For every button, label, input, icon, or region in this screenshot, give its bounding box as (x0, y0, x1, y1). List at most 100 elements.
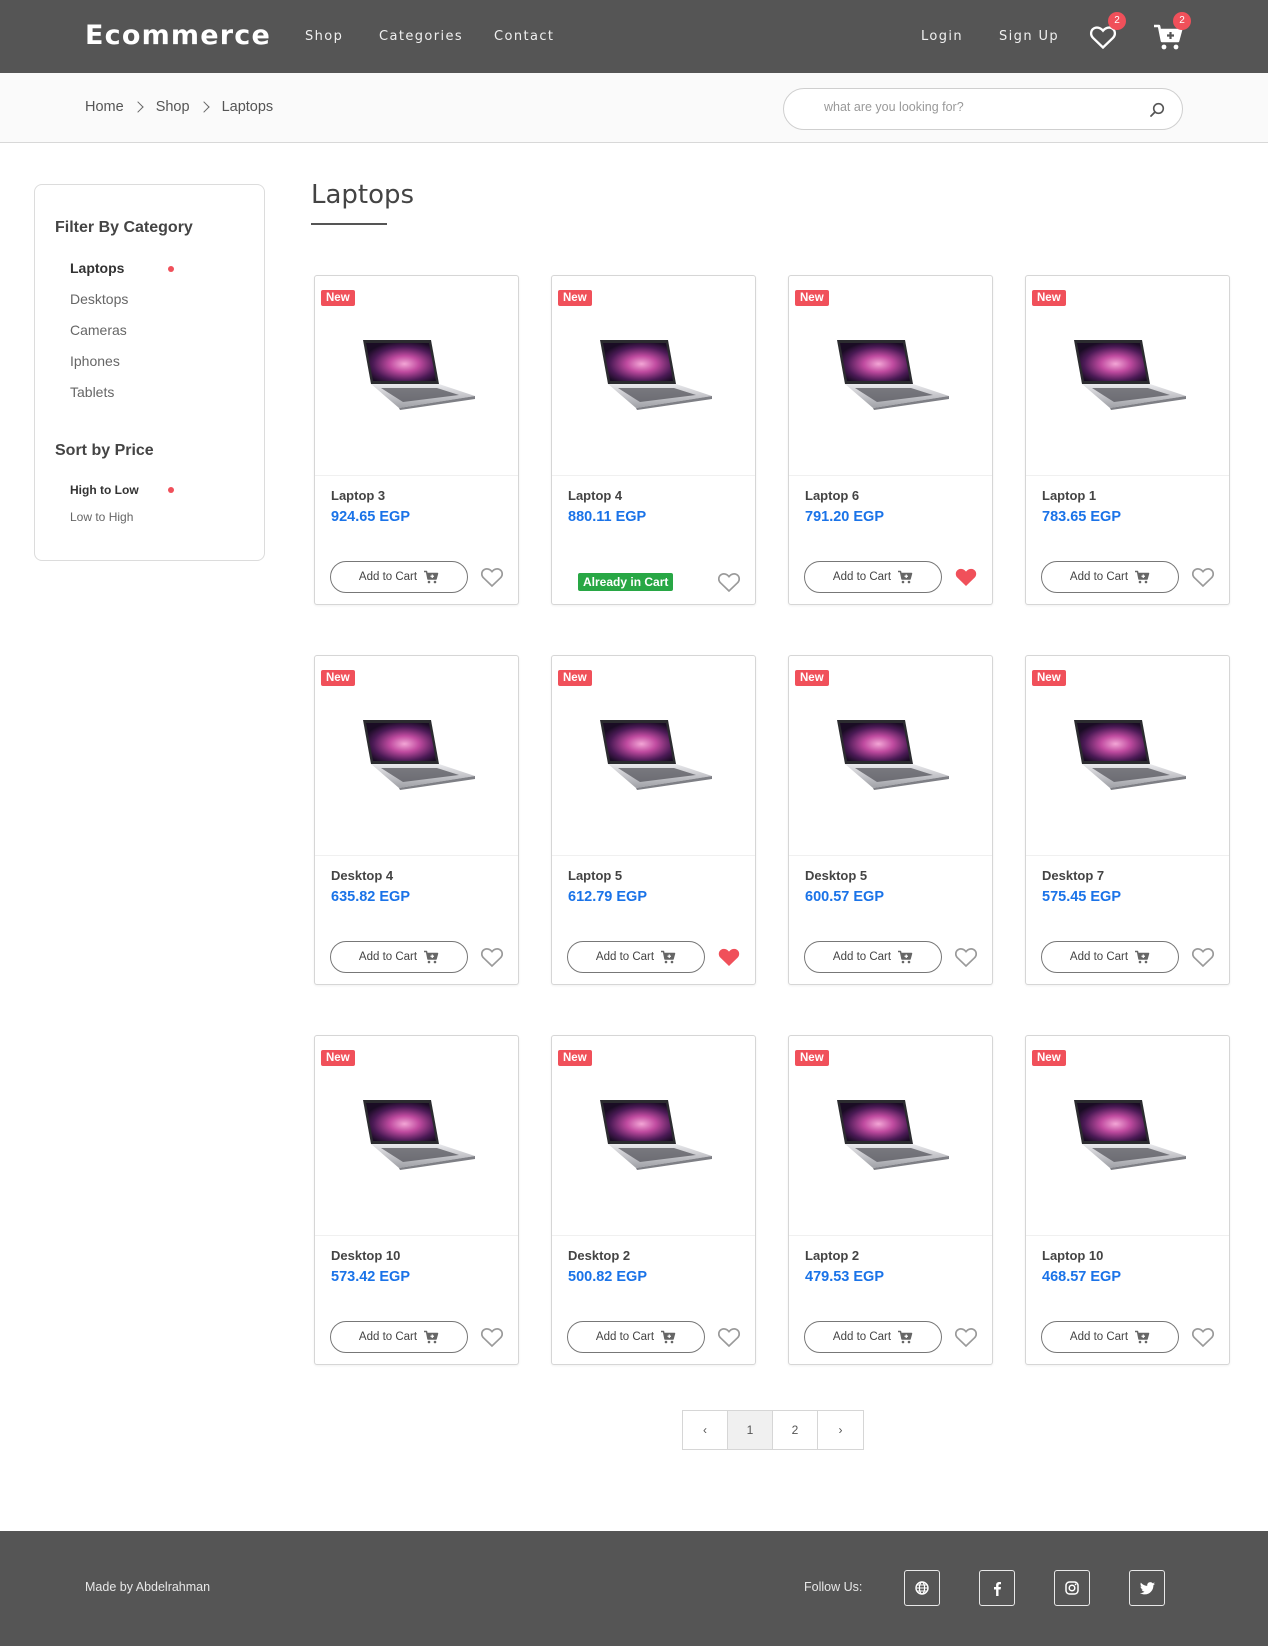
cart-plus-icon (661, 1330, 676, 1344)
nav-shop[interactable]: Shop (305, 29, 343, 44)
product-card[interactable]: New Desktop 5 600.57 EGP Add to Cart (788, 655, 993, 985)
product-card[interactable]: New Laptop 6 791.20 EGP Add to Cart (788, 275, 993, 605)
product-name[interactable]: Laptop 1 (1042, 488, 1096, 503)
category-cameras[interactable]: Cameras (70, 322, 127, 338)
heart-filled-icon[interactable] (717, 946, 741, 968)
pagination-page-2[interactable]: 2 (773, 1411, 818, 1449)
product-card[interactable]: New Desktop 4 635.82 EGP Add to Cart (314, 655, 519, 985)
heart-outline-icon[interactable] (1191, 1326, 1215, 1348)
pagination-prev[interactable]: ‹ (683, 1411, 728, 1449)
new-badge: New (558, 290, 592, 306)
search-input[interactable] (824, 100, 1124, 114)
product-image[interactable] (315, 276, 518, 476)
product-name[interactable]: Laptop 10 (1042, 1248, 1103, 1263)
product-image[interactable] (789, 276, 992, 476)
add-to-cart-button[interactable]: Add to Cart (1041, 941, 1179, 973)
product-name[interactable]: Desktop 7 (1042, 868, 1104, 883)
add-to-cart-button[interactable]: Add to Cart (1041, 1321, 1179, 1353)
product-card[interactable]: New Desktop 10 573.42 EGP Add to Cart (314, 1035, 519, 1365)
website-link[interactable] (904, 1570, 940, 1606)
new-badge: New (321, 1050, 355, 1066)
product-card[interactable]: New Laptop 10 468.57 EGP Add to Cart (1025, 1035, 1230, 1365)
product-image[interactable] (1026, 276, 1229, 476)
pagination-page-1[interactable]: 1 (728, 1411, 773, 1449)
add-to-cart-button[interactable]: Add to Cart (567, 941, 705, 973)
add-to-cart-label: Add to Cart (1069, 571, 1129, 583)
wishlist-button[interactable]: 2 (1087, 12, 1126, 53)
add-to-cart-button[interactable]: Add to Cart (330, 1321, 468, 1353)
cart-plus-icon (1135, 950, 1150, 964)
product-image[interactable] (315, 1036, 518, 1236)
heart-filled-icon[interactable] (954, 566, 978, 588)
product-name[interactable]: Desktop 10 (331, 1248, 400, 1263)
product-image[interactable] (1026, 1036, 1229, 1236)
product-name[interactable]: Laptop 5 (568, 868, 622, 883)
pagination: ‹ 1 2 › (682, 1410, 864, 1450)
already-in-cart-label: Already in Cart (578, 573, 674, 591)
category-iphones[interactable]: Iphones (70, 353, 120, 369)
product-card[interactable]: New Desktop 7 575.45 EGP Add to Cart (1025, 655, 1230, 985)
product-card[interactable]: New Laptop 1 783.65 EGP Add to Cart (1025, 275, 1230, 605)
sort-high-to-low[interactable]: High to Low (70, 483, 139, 497)
category-desktops[interactable]: Desktops (70, 291, 128, 307)
sort-low-to-high[interactable]: Low to High (70, 510, 133, 524)
add-to-cart-button[interactable]: Add to Cart (330, 561, 468, 593)
product-card[interactable]: New Laptop 4 880.11 EGP Already in Cart (551, 275, 756, 605)
brand-logo[interactable]: Ecommerce (85, 20, 271, 51)
login-link[interactable]: Login (921, 29, 963, 44)
product-image[interactable] (315, 656, 518, 856)
facebook-link[interactable] (979, 1570, 1015, 1606)
add-to-cart-button[interactable]: Add to Cart (330, 941, 468, 973)
breadcrumb-current: Laptops (221, 99, 274, 115)
instagram-link[interactable] (1054, 1570, 1090, 1606)
nav-categories[interactable]: Categories (379, 29, 463, 44)
product-card[interactable]: New Laptop 2 479.53 EGP Add to Cart (788, 1035, 993, 1365)
heart-outline-icon[interactable] (954, 946, 978, 968)
product-image[interactable] (1026, 656, 1229, 856)
heart-outline-icon[interactable] (954, 1326, 978, 1348)
add-to-cart-button[interactable]: Add to Cart (1041, 561, 1179, 593)
product-card[interactable]: New Laptop 5 612.79 EGP Add to Cart (551, 655, 756, 985)
product-price: 880.11 EGP (568, 509, 647, 525)
product-image[interactable] (552, 1036, 755, 1236)
heart-outline-icon[interactable] (717, 571, 741, 593)
search-icon[interactable] (1148, 101, 1166, 119)
breadcrumb-home[interactable]: Home (85, 99, 124, 115)
product-name[interactable]: Desktop 2 (568, 1248, 630, 1263)
footer-credit: Made by Abdelrahman (85, 1580, 211, 1594)
cart-button[interactable]: 2 (1152, 12, 1191, 53)
product-name[interactable]: Laptop 2 (805, 1248, 859, 1263)
product-name[interactable]: Laptop 6 (805, 488, 859, 503)
product-image[interactable] (552, 656, 755, 856)
product-name[interactable]: Laptop 3 (331, 488, 385, 503)
heart-outline-icon[interactable] (717, 1326, 741, 1348)
twitter-link[interactable] (1129, 1570, 1165, 1606)
product-image[interactable] (552, 276, 755, 476)
product-name[interactable]: Laptop 4 (568, 488, 622, 503)
add-to-cart-label: Add to Cart (595, 951, 655, 963)
add-to-cart-button[interactable]: Add to Cart (804, 561, 942, 593)
product-image[interactable] (789, 656, 992, 856)
heart-outline-icon[interactable] (480, 946, 504, 968)
add-to-cart-button[interactable]: Add to Cart (804, 941, 942, 973)
follow-label: Follow Us: (804, 1580, 863, 1594)
category-laptops[interactable]: Laptops (70, 260, 124, 276)
add-to-cart-button[interactable]: Add to Cart (804, 1321, 942, 1353)
new-badge: New (795, 670, 829, 686)
heart-outline-icon[interactable] (1191, 566, 1215, 588)
product-image[interactable] (789, 1036, 992, 1236)
heart-outline-icon[interactable] (1191, 946, 1215, 968)
category-tablets[interactable]: Tablets (70, 384, 114, 400)
product-name[interactable]: Desktop 5 (805, 868, 867, 883)
product-card[interactable]: New Laptop 3 924.65 EGP Add to Cart (314, 275, 519, 605)
heart-outline-icon[interactable] (480, 566, 504, 588)
product-name[interactable]: Desktop 4 (331, 868, 393, 883)
breadcrumb-shop[interactable]: Shop (156, 99, 190, 115)
pagination-next[interactable]: › (818, 1411, 863, 1449)
add-to-cart-button[interactable]: Add to Cart (567, 1321, 705, 1353)
heart-outline-icon[interactable] (480, 1326, 504, 1348)
product-price: 924.65 EGP (331, 509, 410, 525)
signup-link[interactable]: Sign Up (999, 29, 1059, 44)
nav-contact[interactable]: Contact (494, 29, 554, 44)
product-card[interactable]: New Desktop 2 500.82 EGP Add to Cart (551, 1035, 756, 1365)
